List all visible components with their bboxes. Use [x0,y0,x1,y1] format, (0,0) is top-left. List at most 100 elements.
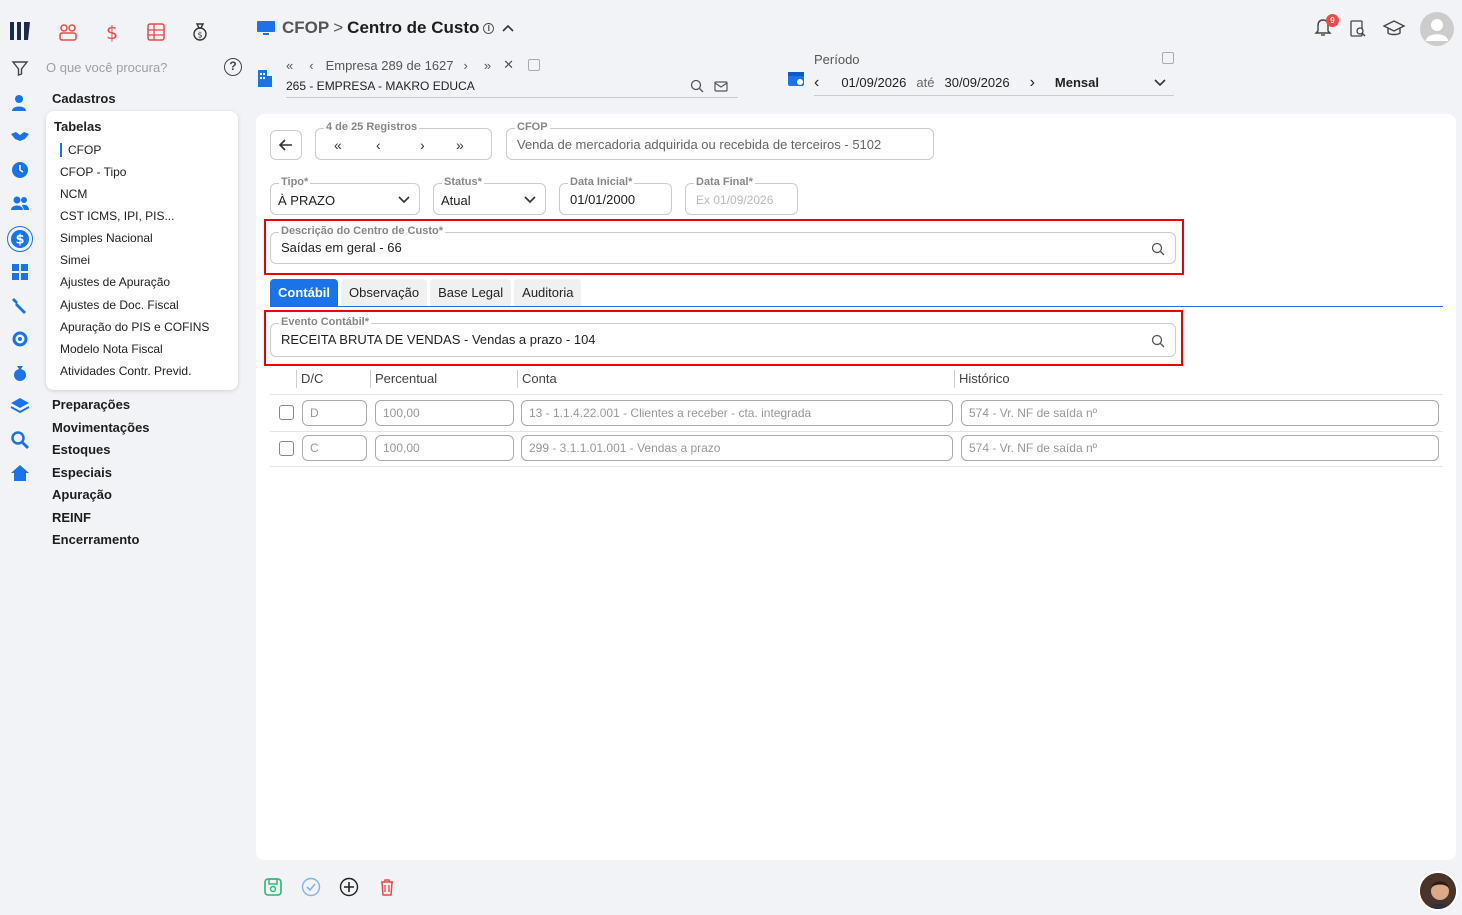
menu-tabelas[interactable]: Tabelas [46,115,238,139]
menu-apuracao[interactable]: Apuração [52,484,242,507]
info-icon[interactable]: i [483,22,495,34]
data-final-field[interactable]: Data Final* Ex 01/09/2026 [685,176,798,215]
spreadsheet-module-icon[interactable] [144,20,168,44]
menu-item-ajustes-doc-fiscal[interactable]: Ajustes de Doc. Fiscal [46,294,238,316]
search-input[interactable]: O que você procura? [46,60,224,75]
column-header-dc: D/C [301,371,324,386]
back-button[interactable] [270,130,302,160]
app-logo-icon[interactable] [8,18,34,44]
empresa-value[interactable]: 265 - EMPRESA - MAKRO EDUCA [286,79,475,93]
empresa-next-button[interactable]: › [464,58,468,73]
search-icon[interactable] [1151,242,1165,256]
menu-encerramento[interactable]: Encerramento [52,529,242,552]
menu-item-modelo-nota-fiscal[interactable]: Modelo Nota Fiscal [46,338,238,360]
menu-estoques[interactable]: Estoques [52,439,242,462]
status-select[interactable]: Status* Atual [433,176,546,215]
descricao-field[interactable]: Descrição do Centro de Custo* Saídas em … [270,225,1176,264]
document-search-icon[interactable] [1348,19,1368,39]
graduation-cap-icon[interactable] [1382,19,1406,39]
menu-item-ncm[interactable]: NCM [46,183,238,205]
handshake-icon[interactable] [8,124,32,148]
row-checkbox[interactable] [279,441,294,456]
search-icon[interactable] [1151,334,1165,348]
empresa-checkbox[interactable] [528,59,540,71]
breadcrumb-module[interactable]: CFOP [282,18,329,38]
mail-icon[interactable] [714,79,728,93]
periodo-start[interactable]: 01/09/2026 [841,75,906,90]
tab-auditoria[interactable]: Auditoria [514,279,582,307]
menu-item-apuracao-pis-cofins[interactable]: Apuração do PIS e COFINS [46,316,238,338]
menu-cadastros[interactable]: Cadastros [52,88,242,111]
row-dc-input[interactable]: D [302,400,367,426]
menu-item-cfop-tipo[interactable]: CFOP - Tipo [46,161,238,183]
search-icon[interactable] [8,428,32,452]
empresa-first-button[interactable]: « [286,58,293,73]
gear-icon[interactable] [8,327,32,351]
notifications-button[interactable]: 9 [1314,14,1339,40]
menu-movimentacoes[interactable]: Movimentações [52,417,242,440]
cfop-field[interactable]: CFOP Venda de mercadoria adquirida ou re… [506,121,934,160]
assistant-avatar[interactable] [1418,871,1458,911]
dollar-module-icon[interactable]: $ [100,20,124,44]
add-button[interactable] [338,876,360,898]
tools-icon[interactable] [8,294,32,318]
filter-icon[interactable] [8,56,32,80]
periodo-checkbox[interactable] [1162,52,1174,64]
search-bar[interactable]: O que você procura? ? [46,56,242,78]
row-historico-input[interactable]: 574 - Vr. NF de saída nº [961,400,1439,426]
menu-item-cst[interactable]: CST ICMS, IPI, PIS... [46,205,238,227]
save-button[interactable] [262,876,284,898]
users-icon[interactable] [8,191,32,215]
confirm-button[interactable] [300,876,322,898]
empresa-last-button[interactable]: » [484,58,491,73]
empresa-clear-icon[interactable]: ✕ [503,57,514,73]
calculator-icon[interactable] [8,260,32,284]
registros-navigator: 4 de 25 Registros « ‹ › » [315,121,492,160]
row-historico-input[interactable]: 574 - Vr. NF de saída nº [961,435,1439,461]
registros-next-button[interactable]: › [420,137,425,153]
money-bag-icon[interactable] [8,361,32,385]
tab-observacao[interactable]: Observação [341,279,428,307]
registros-first-button[interactable]: « [334,137,342,153]
search-icon[interactable] [690,79,704,93]
menu-preparacoes[interactable]: Preparações [52,394,242,417]
row-percentual-input[interactable]: 100,00 [375,435,514,461]
data-inicial-field[interactable]: Data Inicial* 01/01/2000 [559,176,672,215]
avatar[interactable] [1420,12,1454,46]
menu-item-simples-nacional[interactable]: Simples Nacional [46,227,238,249]
periodo-prev-button[interactable]: ‹ [814,74,819,92]
periodo-mode[interactable]: Mensal [1055,75,1099,90]
help-icon[interactable]: ? [224,58,242,76]
evento-field[interactable]: Evento Contábil* RECEITA BRUTA DE VENDAS… [270,316,1176,357]
periodo-end[interactable]: 30/09/2026 [944,75,1009,90]
row-percentual-input[interactable]: 100,00 [375,400,514,426]
empresa-prev-button[interactable]: ‹ [309,58,313,73]
user-settings-icon[interactable] [8,91,32,115]
chevron-up-icon[interactable] [502,24,514,32]
tipo-select[interactable]: Tipo* À PRAZO [270,176,420,215]
menu-reinf[interactable]: REINF [52,507,242,530]
chevron-down-icon[interactable] [1154,78,1166,87]
layers-icon[interactable] [8,394,32,418]
delete-button[interactable] [376,876,398,898]
people-module-icon[interactable] [56,20,80,44]
fiscal-dollar-icon[interactable]: $ [7,226,33,252]
money-bag-module-icon[interactable]: $ [188,20,212,44]
row-dc-input[interactable]: C [302,435,367,461]
row-conta-input[interactable]: 299 - 3.1.1.01.001 - Vendas a prazo [521,435,953,461]
menu-item-atividades-contr-previd[interactable]: Atividades Contr. Previd. [46,360,238,382]
row-checkbox[interactable] [279,405,294,420]
registros-last-button[interactable]: » [456,137,464,153]
registros-prev-button[interactable]: ‹ [376,137,381,153]
periodo-next-button[interactable]: › [1030,74,1035,92]
menu-item-ajustes-apuracao[interactable]: Ajustes de Apuração [46,271,238,293]
menu-item-simei[interactable]: Simei [46,249,238,271]
clock-icon[interactable] [8,158,32,182]
menu-especiais[interactable]: Especiais [52,462,242,485]
tab-contabil[interactable]: Contábil [270,279,338,307]
registros-label: 4 de 25 Registros [324,121,420,133]
tab-base-legal[interactable]: Base Legal [430,279,512,307]
row-conta-input[interactable]: 13 - 1.1.4.22.001 - Clientes a receber -… [521,400,953,426]
menu-item-cfop[interactable]: CFOP [60,142,238,157]
home-icon[interactable] [8,461,32,485]
